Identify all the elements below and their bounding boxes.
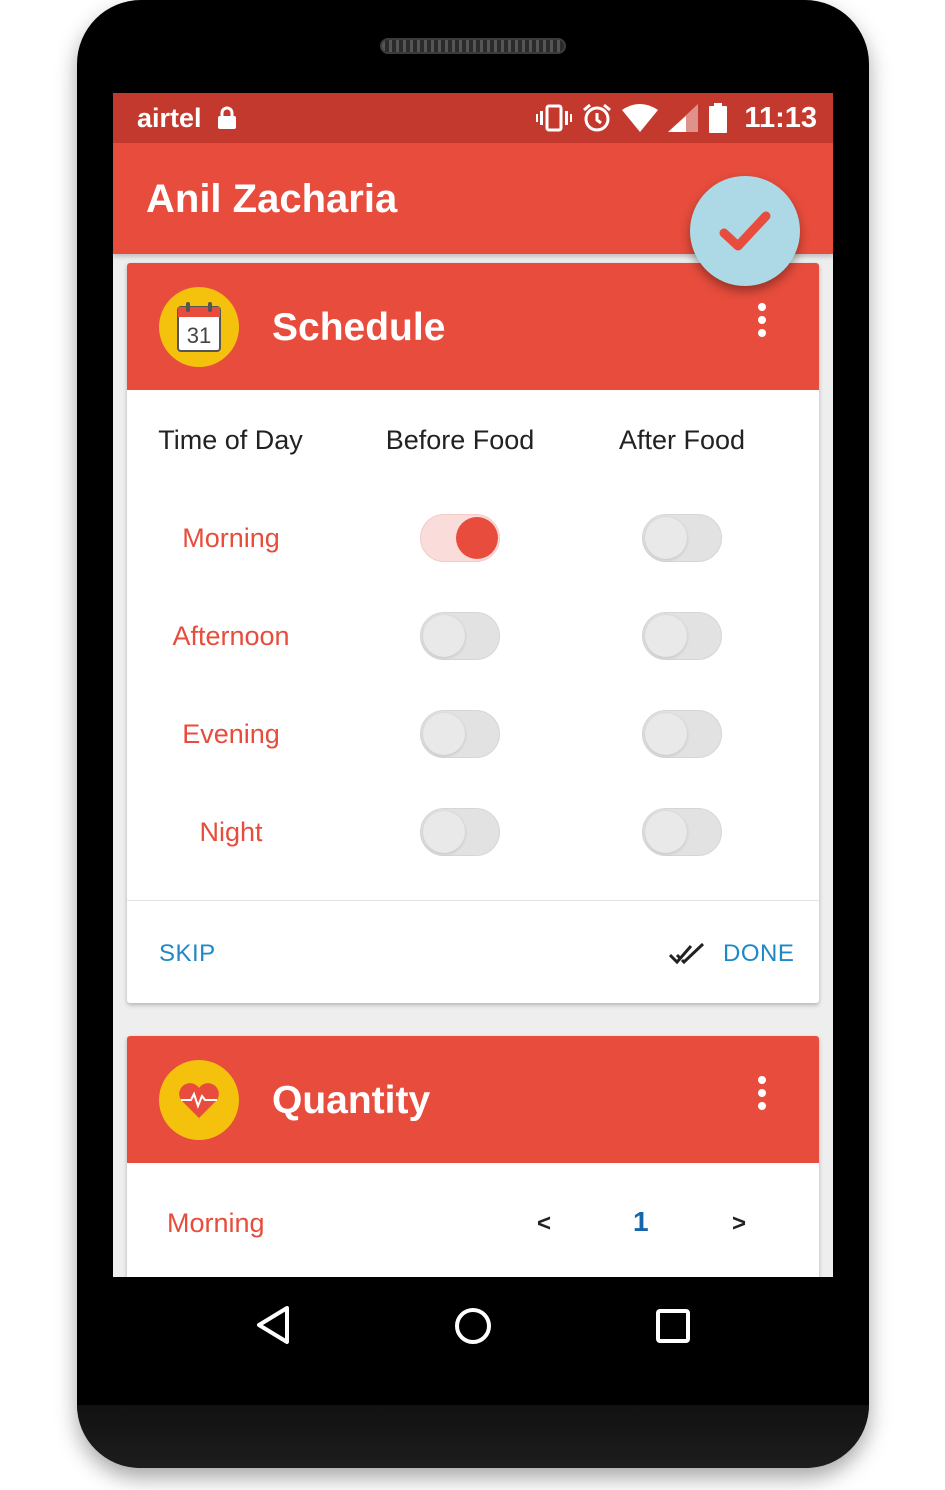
wifi-icon bbox=[622, 104, 659, 132]
double-check-icon bbox=[669, 943, 705, 965]
switch-morning-after-food[interactable] bbox=[642, 514, 722, 562]
signal-icon bbox=[668, 104, 699, 132]
quantity-row-label-morning: Morning bbox=[167, 1208, 265, 1238]
switch-afternoon-after-food[interactable] bbox=[642, 612, 722, 660]
row-label-afternoon: Afternoon bbox=[172, 621, 290, 651]
switch-morning-before-food[interactable] bbox=[420, 514, 500, 562]
calendar-icon: 31 bbox=[177, 302, 221, 352]
navigation-bar bbox=[113, 1277, 833, 1373]
quantity-overflow-menu-icon[interactable] bbox=[755, 1076, 769, 1112]
confirm-fab-button[interactable] bbox=[690, 176, 800, 286]
quantity-avatar bbox=[159, 1060, 239, 1140]
row-label-morning: Morning bbox=[182, 523, 280, 553]
quantity-card-header: Quantity bbox=[127, 1036, 819, 1163]
check-icon bbox=[719, 211, 771, 251]
home-icon[interactable] bbox=[454, 1307, 492, 1345]
skip-button[interactable]: SKIP bbox=[159, 940, 216, 968]
quantity-decrement-button[interactable]: < bbox=[537, 1210, 551, 1238]
carrier-name: airtel bbox=[137, 103, 202, 133]
recents-icon[interactable] bbox=[656, 1309, 690, 1343]
switch-night-after-food[interactable] bbox=[642, 808, 722, 856]
schedule-card: 31 Schedule Time of Day Before Food Afte… bbox=[127, 263, 819, 1003]
column-header-after-food: After Food bbox=[618, 425, 746, 455]
status-clock: 11:13 bbox=[744, 101, 817, 134]
heart-pulse-icon bbox=[179, 1083, 219, 1118]
schedule-overflow-menu-icon[interactable] bbox=[755, 303, 769, 339]
status-icons: 11:13 bbox=[536, 101, 817, 135]
done-button[interactable]: DONE bbox=[723, 940, 794, 968]
column-header-time-of-day: Time of Day bbox=[158, 425, 303, 455]
quantity-increment-button[interactable]: > bbox=[732, 1210, 746, 1238]
back-icon[interactable] bbox=[255, 1305, 291, 1345]
quantity-card-title: Quantity bbox=[272, 1079, 431, 1122]
phone-chin bbox=[77, 1405, 869, 1468]
switch-afternoon-before-food[interactable] bbox=[420, 612, 500, 660]
battery-icon bbox=[709, 103, 728, 133]
column-header-before-food: Before Food bbox=[385, 425, 535, 455]
status-bar: airtel 11:13 bbox=[113, 93, 833, 143]
schedule-card-title: Schedule bbox=[272, 306, 446, 349]
switch-evening-after-food[interactable] bbox=[642, 710, 722, 758]
quantity-value: 1 bbox=[633, 1206, 649, 1237]
schedule-card-header: 31 Schedule bbox=[127, 263, 819, 390]
app-bar-title: Anil Zacharia bbox=[146, 177, 398, 221]
quantity-card: Quantity Morning < 1 > bbox=[127, 1036, 819, 1277]
earpiece-speaker bbox=[380, 38, 566, 54]
calendar-day: 31 bbox=[187, 323, 211, 348]
lock-icon bbox=[218, 106, 236, 129]
row-label-evening: Evening bbox=[182, 719, 280, 749]
card-actions-divider bbox=[127, 900, 819, 901]
switch-night-before-food[interactable] bbox=[420, 808, 500, 856]
screen: airtel 11:13 Anil Zacharia 31 Schedule T… bbox=[113, 93, 833, 1277]
schedule-avatar: 31 bbox=[159, 287, 239, 367]
alarm-icon bbox=[583, 103, 612, 132]
vibrate-icon bbox=[536, 104, 573, 132]
switch-evening-before-food[interactable] bbox=[420, 710, 500, 758]
row-label-night: Night bbox=[199, 817, 263, 847]
